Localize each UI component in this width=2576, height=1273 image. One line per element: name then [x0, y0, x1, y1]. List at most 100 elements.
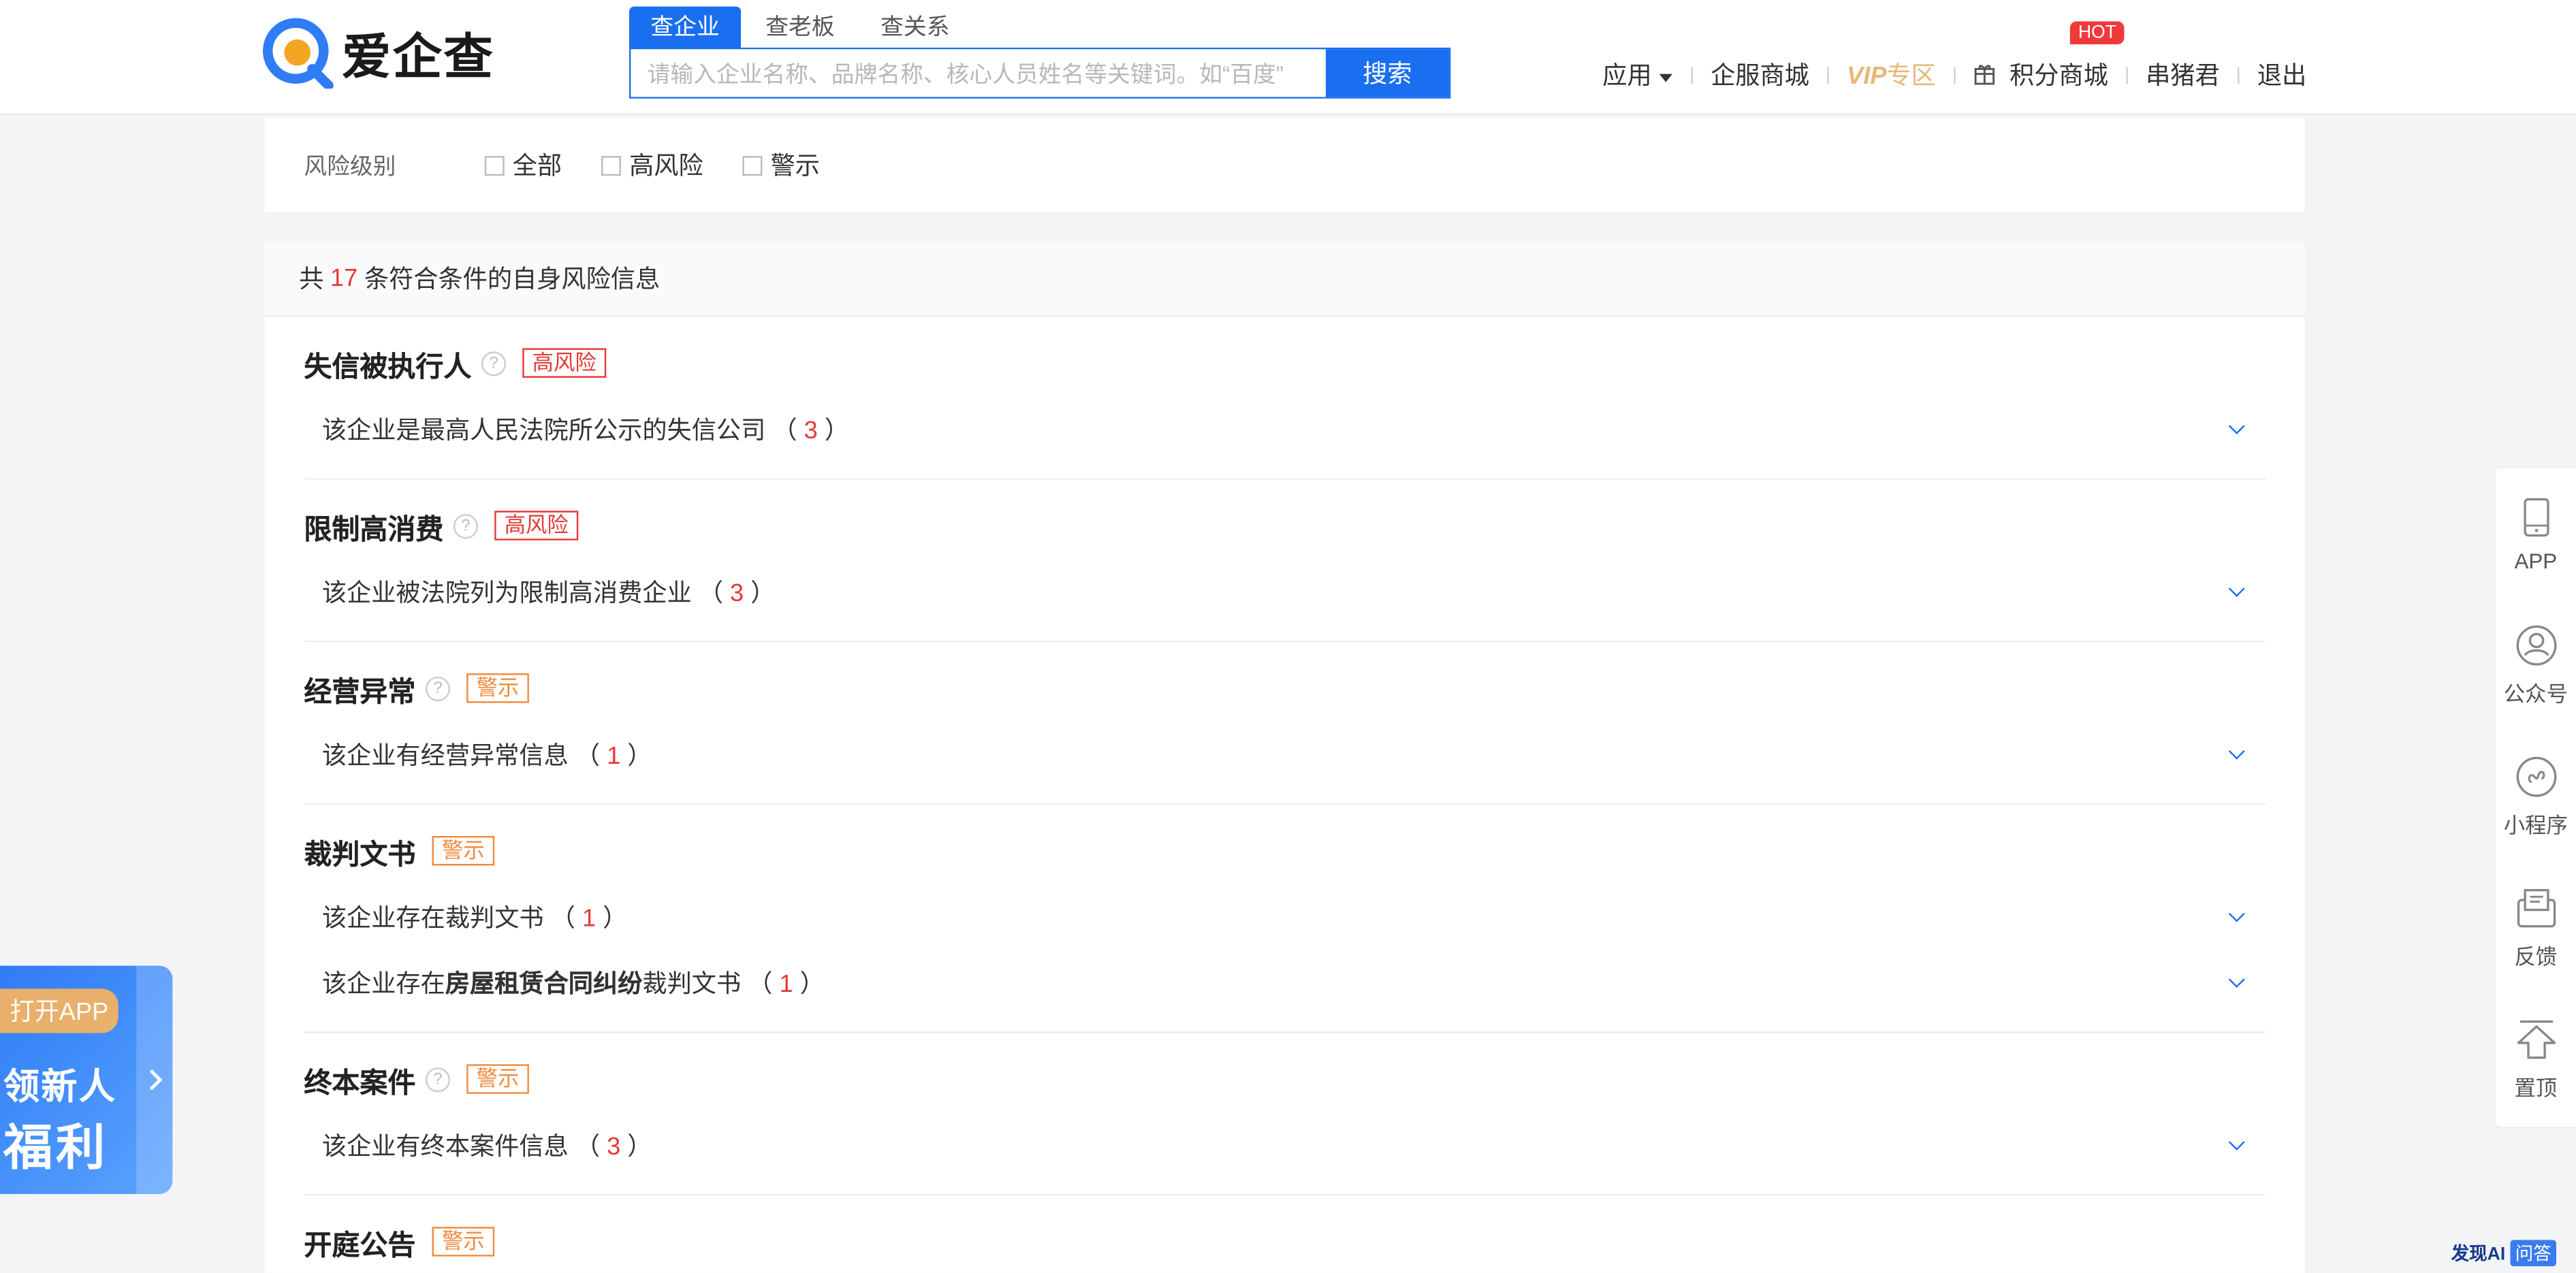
promo-expand[interactable]	[136, 965, 173, 1194]
risk-item-desc-tail: 裁判文书	[642, 969, 742, 998]
risk-category: 限制高消费? 高风险 该企业被法院列为限制高消费企业 （ 3 ）	[304, 479, 2265, 643]
chevron-down-icon[interactable]	[2228, 905, 2245, 922]
top-nav: 应用 | 企服商城 | VIP专区 | 积分商城 HOT | 串猪君 | 退出	[1602, 21, 2306, 92]
risk-level-tag: 警示	[432, 1227, 495, 1257]
paren-close: ）	[793, 969, 825, 998]
user-circle-icon	[2515, 624, 2556, 665]
chevron-down-icon[interactable]	[2228, 417, 2245, 434]
filter-option-label: 警示	[770, 152, 821, 181]
right-toolbar: APP 公众号 小程序 反馈 置顶	[2494, 466, 2576, 1129]
results-panel: 共 17 条符合条件的自身风险信息 失信被执行人? 高风险 该企业是最高人民法院所…	[264, 241, 2305, 1273]
toolbar-app[interactable]: APP	[2496, 468, 2576, 600]
toolbar-wechat-official[interactable]: 公众号	[2496, 600, 2576, 731]
risk-item-row[interactable]: 该企业被法院列为限制高消费企业 （ 3 ）	[304, 558, 2265, 624]
category-name: 失信被执行人	[304, 351, 472, 382]
tab-search-boss[interactable]: 查老板	[744, 7, 856, 48]
toolbar-mini-program[interactable]: 小程序	[2496, 731, 2576, 863]
help-icon[interactable]: ?	[481, 351, 507, 376]
logo-icon	[263, 18, 334, 89]
logo-text: 爱企查	[341, 31, 495, 86]
risk-level-tag: 高风险	[494, 511, 579, 541]
vip-sub-label: 专区	[1886, 62, 1936, 91]
top-header: 爱企查 查企业 查老板 查关系 搜索 应用 | 企服商城 | VIP专区 | 积…	[0, 0, 2576, 115]
nav-vip[interactable]: VIP专区	[1847, 57, 1936, 92]
summary-suffix: 条符合条件的自身风险信息	[364, 265, 661, 294]
nav-divider: |	[1689, 65, 1695, 85]
toolbar-feedback-label: 反馈	[2514, 944, 2558, 969]
logo[interactable]: 爱企查	[263, 16, 495, 89]
risk-item-row[interactable]: 该企业有经营异常信息 （ 1 ）	[304, 721, 2265, 787]
risk-item-desc: 该企业是最高人民法院所公示的失信公司	[321, 416, 766, 445]
help-icon[interactable]: ?	[453, 513, 479, 538]
nav-apps[interactable]: 应用	[1602, 57, 1674, 92]
search-button[interactable]: 搜索	[1325, 49, 1449, 97]
checkbox[interactable]	[742, 155, 763, 175]
filter-option-warn[interactable]: 警示	[742, 148, 821, 182]
category-name: 终本案件	[304, 1066, 416, 1098]
filter-option-label: 全部	[512, 152, 562, 181]
toolbar-back-to-top[interactable]: 置顶	[2496, 994, 2576, 1125]
tab-search-relation[interactable]: 查关系	[859, 7, 971, 48]
nav-apps-label: 应用	[1602, 62, 1652, 91]
risk-item-count: 1	[779, 969, 793, 998]
risk-item-text: 该企业是最高人民法院所公示的失信公司 （ 3 ）	[322, 411, 849, 446]
risk-category: 裁判文书 警示 该企业存在裁判文书 （ 1 ） 该企业存在房屋租赁合同纠纷裁判文书…	[304, 805, 2265, 1033]
phone-icon	[2523, 497, 2549, 536]
filter-option-all[interactable]: 全部	[484, 148, 562, 182]
category-title: 限制高消费? 高风险	[304, 509, 2265, 545]
risk-level-tag: 警示	[432, 836, 495, 866]
chevron-down-icon[interactable]	[2228, 579, 2245, 596]
risk-item-desc: 该企业有终本案件信息	[321, 1132, 569, 1161]
risk-item-desc: 该企业有经营异常信息	[321, 741, 569, 770]
corner-badge: 问答	[2510, 1240, 2557, 1267]
promo-line-2: 福利	[3, 1121, 109, 1176]
corner-brand-text: 发现AI	[2451, 1244, 2506, 1265]
nav-points[interactable]: 积分商城 HOT	[1973, 21, 2125, 92]
nav-logout[interactable]: 退出	[2257, 57, 2306, 92]
risk-item-count: 3	[804, 416, 818, 445]
nav-user[interactable]: 串猪君	[2146, 57, 2220, 92]
risk-item-row[interactable]: 该企业是最高人民法院所公示的失信公司 （ 3 ）	[304, 396, 2265, 462]
paren-close: ）	[744, 579, 776, 607]
help-icon[interactable]: ?	[425, 1066, 451, 1092]
gift-icon	[1975, 65, 1995, 85]
chevron-down-icon[interactable]	[2228, 970, 2245, 987]
nav-mall[interactable]: 企服商城	[1711, 57, 1809, 92]
nav-divider: |	[2125, 65, 2129, 85]
corner-brand: 发现AI 问答	[2451, 1240, 2557, 1267]
risk-item-desc: 该企业存在裁判文书	[321, 904, 544, 933]
risk-item-text: 该企业有经营异常信息 （ 1 ）	[322, 737, 652, 771]
new-user-promo[interactable]: 打开APP 领新人 福利	[0, 965, 173, 1194]
toolbar-feedback[interactable]: 反馈	[2496, 863, 2576, 994]
risk-item-text: 该企业被法院列为限制高消费企业 （ 3 ）	[322, 574, 776, 609]
search-area: 查企业 查老板 查关系 搜索	[629, 6, 1451, 99]
search-tabs: 查企业 查老板 查关系	[629, 6, 1450, 48]
tab-search-company[interactable]: 查企业	[629, 6, 742, 48]
checkbox[interactable]	[484, 155, 505, 175]
risk-level-tag: 警示	[466, 1064, 529, 1094]
risk-item-count: 3	[730, 579, 744, 607]
risk-category: 失信被执行人? 高风险 该企业是最高人民法院所公示的失信公司 （ 3 ）	[304, 317, 2265, 480]
checkbox[interactable]	[601, 155, 622, 175]
filter-option-label: 高风险	[629, 152, 703, 181]
mini-program-icon	[2515, 756, 2556, 796]
risk-category: 终本案件? 警示 该企业有终本案件信息 （ 3 ）	[304, 1033, 2265, 1196]
risk-item-row[interactable]: 该企业存在房屋租赁合同纠纷裁判文书 （ 1 ）	[304, 949, 2265, 1015]
filter-option-high[interactable]: 高风险	[601, 148, 703, 182]
chevron-down-icon[interactable]	[2228, 742, 2245, 759]
search-input[interactable]	[631, 49, 1326, 97]
category-title: 开庭公告 警示	[304, 1225, 2265, 1261]
help-icon[interactable]: ?	[425, 675, 451, 700]
risk-item-row[interactable]: 该企业存在裁判文书 （ 1 ）	[304, 884, 2265, 950]
risk-item-desc: 该企业存在	[321, 969, 445, 998]
paren-close: ）	[620, 741, 652, 770]
risk-category-list: 失信被执行人? 高风险 该企业是最高人民法院所公示的失信公司 （ 3 ） 限制高消…	[264, 317, 2304, 1273]
paren-open: （	[575, 1132, 607, 1161]
promo-open-app[interactable]: 打开APP	[0, 988, 118, 1033]
risk-category: 经营异常? 警示 该企业有经营异常信息 （ 1 ）	[304, 642, 2265, 805]
summary-count: 17	[330, 264, 358, 293]
chevron-down-icon[interactable]	[2228, 1133, 2245, 1150]
risk-item-row[interactable]: 该企业有终本案件信息 （ 3 ）	[304, 1112, 2265, 1178]
promo-line-1: 领新人	[3, 1065, 117, 1108]
category-name: 开庭公告	[304, 1229, 416, 1261]
